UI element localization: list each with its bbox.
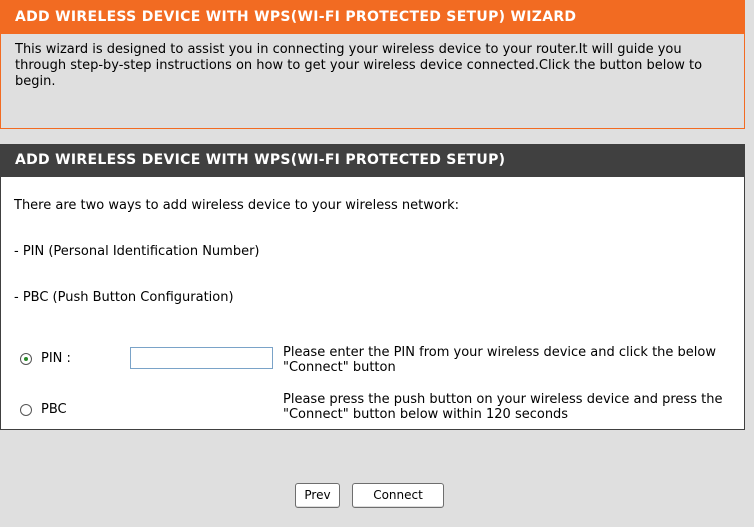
connect-button[interactable]: Connect: [352, 483, 444, 508]
pin-radio[interactable]: [20, 353, 32, 365]
pbc-radio[interactable]: [20, 404, 32, 416]
pin-label: PIN :: [41, 351, 71, 366]
pbc-option: PBC: [20, 402, 67, 417]
wps-section-title: ADD WIRELESS DEVICE WITH WPS(WI-FI PROTE…: [1, 144, 744, 177]
pin-description: Please enter the PIN from your wireless …: [283, 345, 716, 375]
prev-button[interactable]: Prev: [295, 483, 340, 508]
pbc-label: PBC: [41, 402, 67, 417]
wizard-title: ADD WIRELESS DEVICE WITH WPS(WI-FI PROTE…: [1, 0, 744, 34]
method-pbc-text: - PBC (Push Button Configuration): [14, 290, 234, 305]
wps-panel: ADD WIRELESS DEVICE WITH WPS(WI-FI PROTE…: [0, 144, 745, 430]
wps-intro-text: There are two ways to add wireless devic…: [14, 198, 460, 213]
pin-input[interactable]: [130, 347, 273, 369]
method-pin-text: - PIN (Personal Identification Number): [14, 244, 260, 259]
wizard-description: This wizard is designed to assist you in…: [15, 42, 703, 89]
wizard-panel: ADD WIRELESS DEVICE WITH WPS(WI-FI PROTE…: [0, 0, 745, 129]
pin-option: PIN :: [20, 351, 71, 366]
pbc-description: Please press the push button on your wir…: [283, 392, 723, 422]
